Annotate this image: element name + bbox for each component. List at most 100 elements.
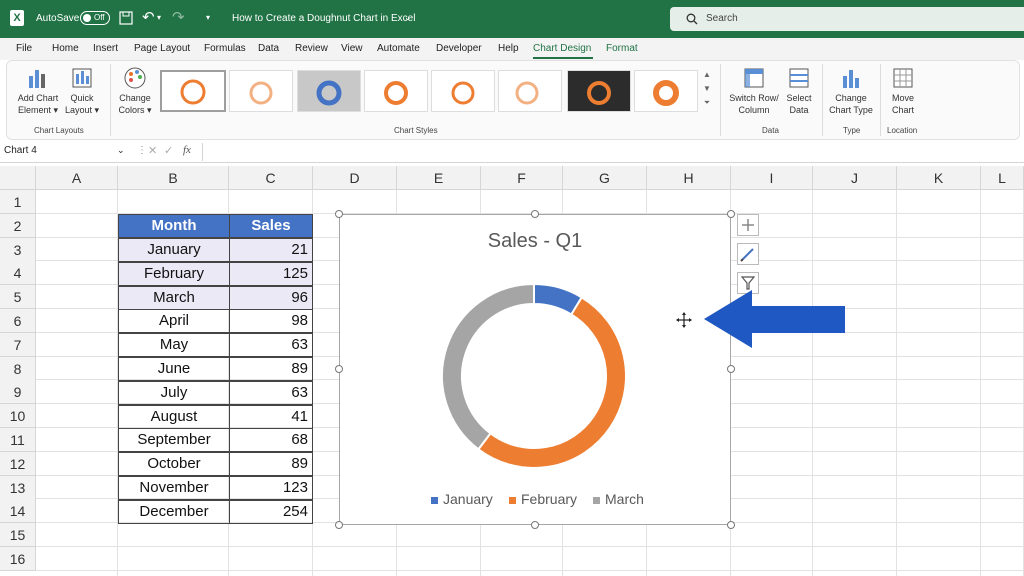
table-cell-sales[interactable]: 41 — [229, 404, 313, 429]
column-header-d[interactable]: D — [313, 166, 397, 190]
cancel-icon[interactable]: ✕ — [148, 144, 157, 157]
column-header-f[interactable]: F — [481, 166, 563, 190]
tab-developer[interactable]: Developer — [436, 43, 482, 54]
table-cell-sales[interactable]: 63 — [229, 380, 313, 405]
switch-row-column-button[interactable]: Switch Row/ Column — [726, 66, 782, 116]
tab-help[interactable]: Help — [498, 43, 519, 54]
table-cell-month[interactable]: January — [118, 238, 230, 262]
name-box-dropdown-icon[interactable]: ⌄ — [117, 145, 125, 156]
document-title[interactable]: How to Create a Doughnut Chart in Excel — [232, 13, 415, 24]
table-cell-month[interactable]: September — [118, 428, 230, 453]
chart-style-1[interactable] — [160, 70, 226, 112]
table-cell-month[interactable]: June — [118, 357, 230, 381]
row-header-5[interactable]: 5 — [0, 285, 36, 310]
row-header-2[interactable]: 2 — [0, 213, 36, 238]
tab-chart-design[interactable]: Chart Design — [533, 43, 591, 54]
table-cell-month[interactable]: May — [118, 333, 230, 358]
chart-style-2[interactable] — [229, 70, 293, 112]
resize-handle[interactable] — [727, 365, 735, 373]
autosave-toggle[interactable]: Off — [80, 11, 110, 25]
doughnut-slice-february[interactable] — [476, 295, 628, 469]
table-cell-sales[interactable]: 96 — [229, 285, 313, 310]
column-header-l[interactable]: L — [981, 166, 1024, 190]
table-cell-month[interactable]: November — [118, 476, 230, 500]
table-header-sales[interactable]: Sales — [229, 214, 313, 238]
row-header-3[interactable]: 3 — [0, 237, 36, 262]
table-cell-sales[interactable]: 125 — [229, 261, 313, 286]
chart-styles-button[interactable] — [737, 243, 759, 265]
row-header-9[interactable]: 9 — [0, 380, 36, 405]
row-header-15[interactable]: 15 — [0, 523, 36, 548]
styles-scroll-down-button[interactable]: ▼ — [702, 84, 712, 96]
tab-view[interactable]: View — [341, 43, 363, 54]
chart-style-8[interactable] — [634, 70, 698, 112]
quick-layout-button[interactable]: Quick Layout ▾ — [62, 66, 102, 116]
row-header-8[interactable]: 8 — [0, 356, 36, 381]
chart-style-7[interactable] — [567, 70, 631, 112]
select-data-button[interactable]: Select Data — [782, 66, 816, 116]
column-header-k[interactable]: K — [897, 166, 981, 190]
doughnut-slice-march[interactable] — [441, 282, 535, 451]
add-chart-element-button[interactable]: Add Chart Element ▾ — [16, 66, 60, 116]
tab-home[interactable]: Home — [52, 43, 79, 54]
title-chevron-icon[interactable]: ⌄ — [404, 12, 412, 23]
tab-automate[interactable]: Automate — [377, 43, 420, 54]
table-cell-month[interactable]: August — [118, 404, 230, 429]
column-header-h[interactable]: H — [647, 166, 731, 190]
row-header-7[interactable]: 7 — [0, 332, 36, 357]
redo-icon[interactable]: ↷ — [172, 8, 185, 26]
row-header-6[interactable]: 6 — [0, 309, 36, 333]
row-header-1[interactable]: 1 — [0, 190, 36, 214]
styles-scroll-up-button[interactable]: ▲ — [702, 70, 712, 82]
table-header-month[interactable]: Month — [118, 214, 230, 238]
tab-format[interactable]: Format — [606, 43, 638, 54]
formula-options-icon[interactable]: ⋮ — [137, 145, 147, 156]
table-cell-month[interactable]: February — [118, 261, 230, 286]
resize-handle[interactable] — [727, 210, 735, 218]
table-cell-month[interactable]: March — [118, 285, 230, 310]
row-header-13[interactable]: 13 — [0, 475, 36, 500]
legend-item-february[interactable]: February — [509, 491, 577, 507]
chart-style-3[interactable] — [297, 70, 361, 112]
table-cell-sales[interactable]: 63 — [229, 333, 313, 358]
legend-item-january[interactable]: January — [431, 491, 493, 507]
table-cell-sales[interactable]: 98 — [229, 309, 313, 334]
chart-elements-button[interactable] — [737, 214, 759, 236]
column-header-b[interactable]: B — [118, 166, 229, 190]
excel-logo-icon[interactable]: X — [10, 10, 24, 26]
table-cell-sales[interactable]: 89 — [229, 452, 313, 477]
resize-handle[interactable] — [335, 521, 343, 529]
row-header-10[interactable]: 10 — [0, 404, 36, 429]
tab-file[interactable]: File — [16, 43, 32, 54]
select-all-corner[interactable] — [0, 166, 36, 190]
table-cell-month[interactable]: July — [118, 380, 230, 405]
column-header-g[interactable]: G — [563, 166, 647, 190]
tab-formulas[interactable]: Formulas — [204, 43, 246, 54]
insert-function-icon[interactable]: fx — [183, 144, 191, 156]
chart-style-4[interactable] — [364, 70, 428, 112]
styles-more-button[interactable]: ⏷ — [702, 98, 712, 110]
column-header-i[interactable]: I — [731, 166, 813, 190]
tab-data[interactable]: Data — [258, 43, 279, 54]
table-cell-sales[interactable]: 89 — [229, 357, 313, 381]
table-cell-month[interactable]: October — [118, 452, 230, 477]
resize-handle[interactable] — [531, 521, 539, 529]
row-header-14[interactable]: 14 — [0, 499, 36, 524]
search-box[interactable]: Search — [670, 7, 1024, 31]
move-chart-button[interactable]: Move Chart — [884, 66, 922, 116]
enter-icon[interactable]: ✓ — [164, 144, 173, 157]
table-cell-sales[interactable]: 123 — [229, 476, 313, 500]
change-chart-type-button[interactable]: Change Chart Type — [826, 66, 876, 116]
column-header-j[interactable]: J — [813, 166, 897, 190]
chart-style-5[interactable] — [431, 70, 495, 112]
tab-review[interactable]: Review — [295, 43, 328, 54]
name-box[interactable]: Chart 4 ⌄ — [4, 145, 128, 160]
resize-handle[interactable] — [531, 210, 539, 218]
column-header-e[interactable]: E — [397, 166, 481, 190]
row-header-12[interactable]: 12 — [0, 451, 36, 476]
table-cell-month[interactable]: April — [118, 309, 230, 334]
chart-style-6[interactable] — [498, 70, 562, 112]
change-colors-button[interactable]: Change Colors ▾ — [113, 66, 157, 116]
table-cell-sales[interactable]: 21 — [229, 238, 313, 262]
table-cell-month[interactable]: December — [118, 499, 230, 524]
